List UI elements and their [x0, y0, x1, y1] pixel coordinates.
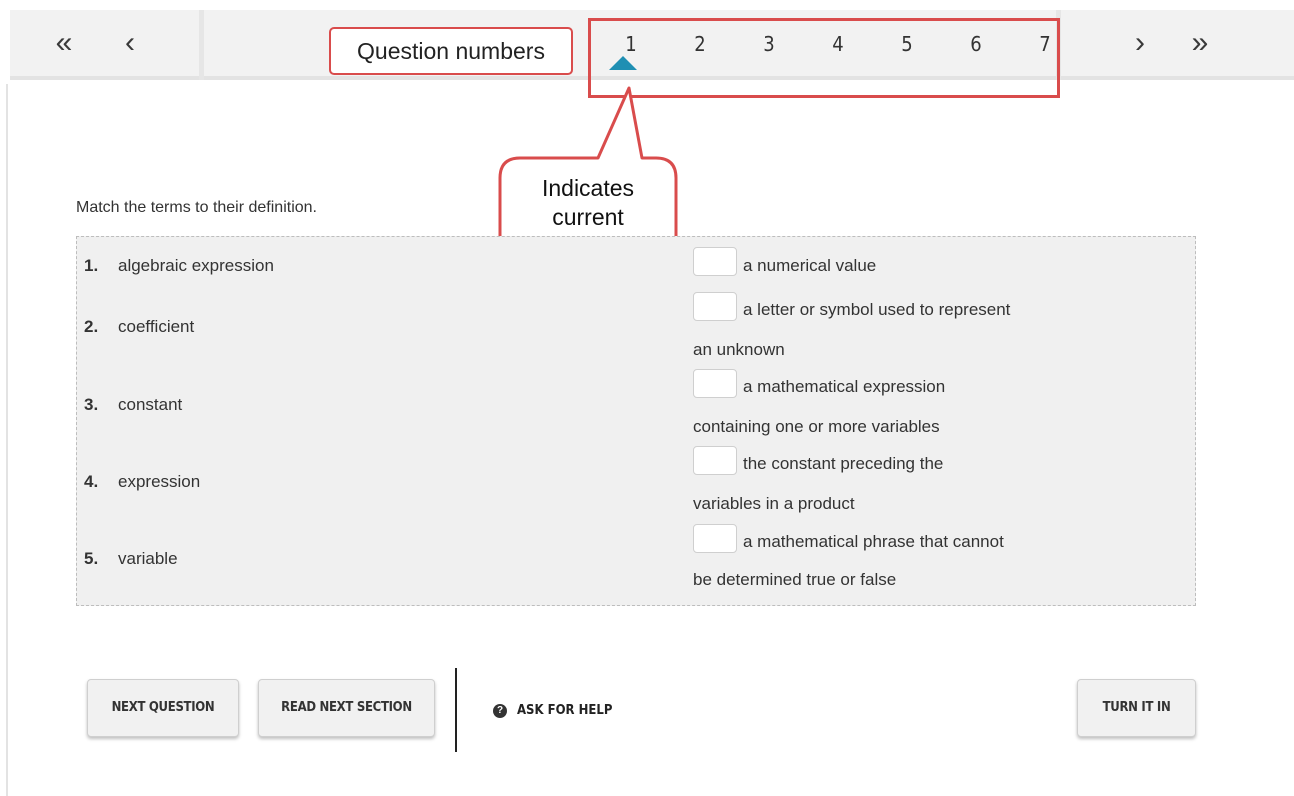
term-text: variable	[118, 549, 178, 568]
matching-panel	[76, 236, 1196, 606]
term-item: 3. constant	[84, 395, 182, 415]
last-question-icon[interactable]: »	[1182, 28, 1218, 60]
definition-2-line-2: an unknown	[693, 340, 785, 359]
read-next-section-button[interactable]: READ NEXT SECTION	[258, 679, 435, 737]
term-item: 1. algebraic expression	[84, 256, 274, 276]
first-question-icon[interactable]: «	[46, 28, 82, 60]
frame-edge	[6, 84, 8, 796]
definition-3-line-1: a mathematical expression	[743, 377, 946, 396]
definition-5-line-1: a mathematical phrase that cannot	[743, 532, 1004, 551]
question-numbers-highlight	[588, 18, 1060, 98]
definition-4-line-1: the constant preceding the	[743, 454, 944, 473]
question-numbers-annotation: Question numbers	[329, 27, 573, 75]
term-text: expression	[118, 472, 201, 491]
question-circle-icon: ?	[493, 703, 507, 718]
term-number: 1.	[84, 256, 99, 275]
next-question-icon[interactable]: ›	[1122, 28, 1158, 60]
term-number: 2.	[84, 317, 99, 336]
term-item: 4. expression	[84, 472, 200, 492]
previous-question-icon[interactable]: ‹	[112, 28, 148, 60]
answer-input-5[interactable]	[693, 524, 737, 553]
ask-for-help-button[interactable]: ? ASK FOR HELP	[493, 702, 612, 722]
ask-for-help-label: ASK FOR HELP	[517, 703, 613, 719]
term-item: 5. variable	[84, 549, 178, 569]
definition-5-line-2: be determined true or false	[693, 570, 897, 589]
definition-2-line-1: a letter or symbol used to represent	[743, 300, 1011, 319]
question-prompt: Match the terms to their definition.	[76, 199, 317, 216]
term-text: constant	[118, 395, 183, 414]
term-text: coefficient	[118, 317, 195, 336]
answer-input-4[interactable]	[693, 446, 737, 475]
next-question-button[interactable]: NEXT QUESTION	[87, 679, 239, 737]
term-item: 2. coefficient	[84, 317, 194, 337]
definition-3-line-2: containing one or more variables	[693, 417, 940, 436]
answer-input-3[interactable]	[693, 369, 737, 398]
answer-input-1[interactable]	[693, 247, 737, 276]
footer-divider	[455, 668, 457, 752]
nav-divider-left	[199, 10, 204, 80]
answer-input-2[interactable]	[693, 292, 737, 321]
term-number: 5.	[84, 549, 99, 568]
turn-it-in-button[interactable]: TURN IT IN	[1077, 679, 1196, 737]
callout-line-2: current	[552, 204, 624, 230]
term-number: 3.	[84, 395, 99, 414]
term-text: algebraic expression	[118, 256, 274, 275]
callout-line-1: Indicates	[541, 175, 635, 201]
definition-4-line-2: variables in a product	[693, 494, 855, 513]
term-number: 4.	[84, 472, 99, 491]
definition-1-line-1: a numerical value	[743, 256, 877, 275]
